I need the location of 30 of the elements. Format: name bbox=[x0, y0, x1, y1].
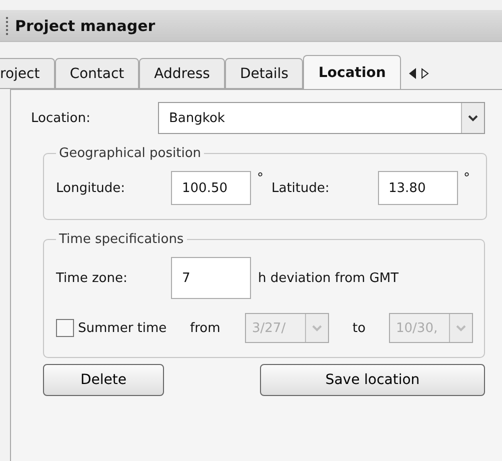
input-field[interactable]: 7 bbox=[171, 257, 251, 299]
chevron-down-icon bbox=[468, 114, 478, 122]
field-label: Latitude: bbox=[272, 180, 330, 196]
field-note: h deviation from GMT bbox=[258, 270, 400, 286]
field-label: Time zone: bbox=[56, 270, 128, 286]
tab[interactable]: Location bbox=[303, 55, 401, 89]
field-label: Location: bbox=[31, 110, 92, 126]
input-field[interactable]: 100.50 bbox=[171, 171, 251, 205]
unit-label: ° bbox=[257, 171, 264, 186]
tab[interactable]: roject bbox=[0, 58, 55, 89]
checkbox-label: Summer time bbox=[78, 320, 168, 336]
field-label: Longitude: bbox=[56, 180, 126, 196]
scroll-right-icon[interactable] bbox=[420, 68, 429, 79]
tab[interactable]: Details bbox=[224, 58, 304, 89]
tab[interactable]: Address bbox=[139, 58, 225, 89]
action-button[interactable]: Delete bbox=[43, 364, 164, 396]
location-dropdown[interactable]: Bangkok bbox=[158, 102, 485, 134]
group-title: Time specifications bbox=[58, 232, 185, 247]
chevron-down-icon bbox=[312, 324, 322, 332]
input-field[interactable]: 13.80 bbox=[378, 171, 458, 205]
grip-icon bbox=[6, 16, 9, 36]
window-title: Project manager bbox=[15, 16, 156, 34]
field-label: from bbox=[190, 320, 222, 336]
action-button[interactable]: Save location bbox=[260, 364, 485, 396]
group-title: Geographical position bbox=[58, 146, 202, 161]
scroll-left-icon[interactable] bbox=[408, 68, 417, 79]
chevron-down-icon bbox=[456, 324, 466, 332]
tab[interactable]: Contact bbox=[54, 58, 140, 89]
unit-label: ° bbox=[464, 171, 470, 186]
field-label: to bbox=[351, 320, 367, 336]
